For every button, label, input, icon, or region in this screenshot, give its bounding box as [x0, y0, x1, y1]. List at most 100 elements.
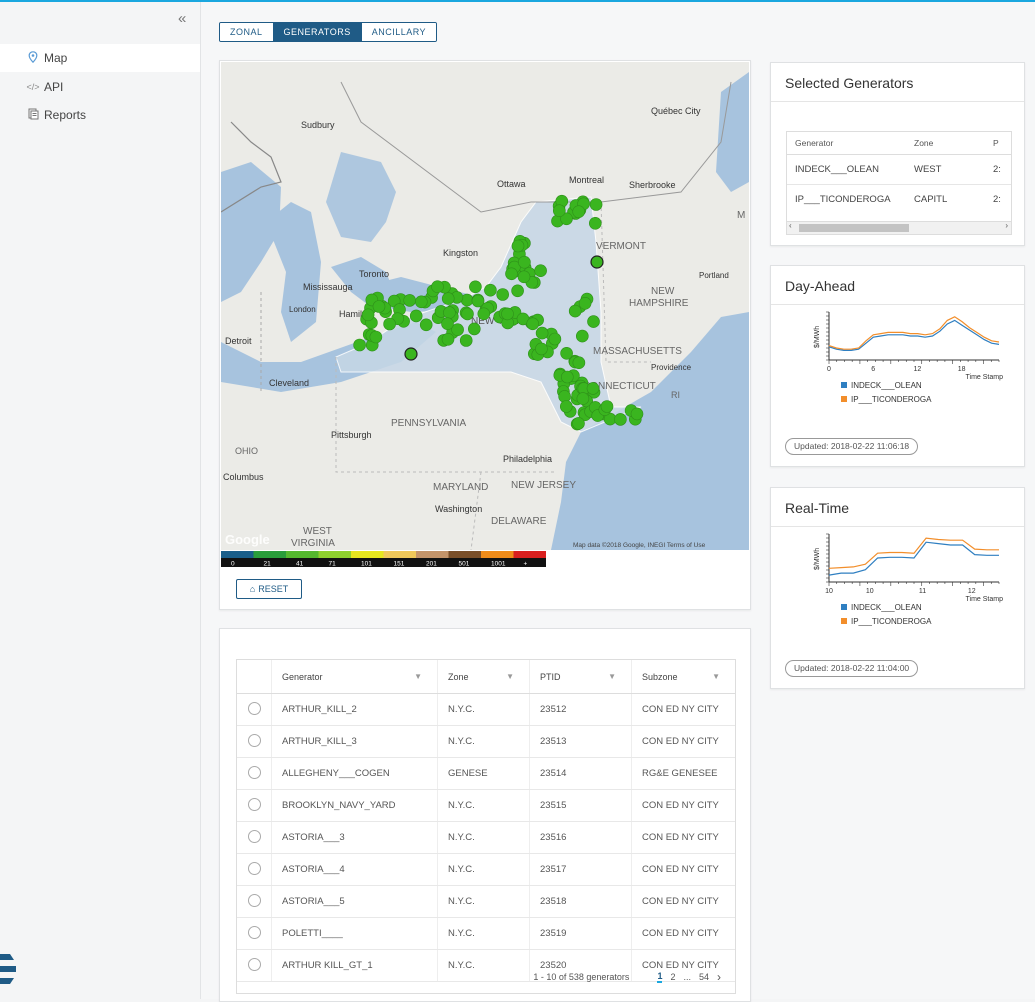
filter-icon[interactable]: ▼ [608, 672, 616, 681]
page-54[interactable]: 54 [699, 972, 709, 982]
generator-marker[interactable] [511, 284, 524, 298]
generator-marker[interactable] [560, 346, 573, 360]
column-header[interactable]: Generator [787, 132, 906, 154]
generator-marker[interactable] [552, 204, 566, 217]
filter-icon[interactable]: ▼ [506, 672, 514, 681]
table-row[interactable]: ARTHUR_KILL_2 N.Y.C. 23512 CON ED NY CITY [237, 693, 735, 726]
generator-marker[interactable] [517, 270, 531, 284]
row-radio[interactable] [248, 893, 261, 907]
generator-marker[interactable] [415, 295, 428, 309]
sidebar-item-map[interactable]: Map [0, 44, 200, 72]
generator-marker[interactable] [361, 308, 375, 322]
row-radio[interactable] [248, 925, 261, 939]
scroll-left-icon[interactable]: ‹ [789, 221, 792, 230]
selected-generator-marker[interactable] [404, 347, 418, 361]
row-radio[interactable] [248, 733, 261, 747]
double-chevron-left-icon[interactable]: « [178, 10, 186, 27]
column-header-generator[interactable]: Generator ▼ [271, 660, 438, 694]
generator-marker[interactable] [589, 198, 603, 211]
column-header-ptid[interactable]: PTID ▼ [529, 660, 632, 694]
generator-marker[interactable] [548, 332, 562, 346]
generator-marker[interactable] [578, 297, 592, 310]
generator-marker[interactable] [441, 292, 455, 305]
generator-marker[interactable] [431, 280, 444, 293]
row-radio[interactable] [248, 701, 261, 715]
table-row[interactable]: ALLEGHENY___COGEN GENESE 23514 RG&E GENESEE [237, 757, 735, 790]
row-radio[interactable] [248, 765, 261, 779]
table-row[interactable]: ASTORIA___5 N.Y.C. 23518 CON ED NY CITY [237, 885, 735, 918]
generator-marker[interactable] [560, 370, 574, 384]
sidebar-item-api[interactable]: </> API [0, 73, 200, 101]
generator-marker[interactable] [535, 326, 549, 340]
reset-button[interactable]: ⌂ RESET [236, 579, 302, 599]
column-header[interactable]: Zone [906, 132, 985, 154]
generator-marker[interactable] [572, 417, 585, 430]
page-2[interactable]: 2 [670, 972, 675, 982]
table-row[interactable]: ASTORIA___4 N.Y.C. 23517 CON ED NY CITY [237, 853, 735, 886]
generator-marker[interactable] [372, 300, 386, 313]
generator-marker[interactable] [518, 255, 531, 269]
row-radio[interactable] [248, 797, 261, 811]
next-page-icon[interactable]: › [717, 970, 721, 984]
selected-generator-marker[interactable] [590, 255, 604, 269]
generator-marker[interactable] [586, 382, 600, 395]
generator-marker[interactable] [572, 356, 586, 370]
generator-marker[interactable] [535, 342, 548, 356]
generator-marker[interactable] [409, 309, 423, 323]
generator-marker[interactable] [575, 329, 589, 343]
table-row[interactable]: ARTHUR_KILL_3 N.Y.C. 23513 CON ED NY CITY [237, 725, 735, 758]
generator-marker[interactable] [600, 400, 614, 413]
tab-generators[interactable]: GENERATORS [273, 23, 362, 41]
table-row[interactable]: INDECK___OLEAN WEST 2: [787, 154, 1011, 184]
column-header-subzone[interactable]: Subzone ▼ [631, 660, 735, 694]
tab-zonal[interactable]: ZONAL [220, 23, 274, 41]
generator-marker[interactable] [614, 413, 627, 426]
generator-marker[interactable] [526, 317, 540, 331]
row-radio[interactable] [248, 829, 261, 843]
generator-marker[interactable] [443, 306, 456, 319]
filter-icon[interactable]: ▼ [414, 672, 422, 681]
column-header[interactable]: P [985, 132, 1011, 154]
table-cell: 23516 [529, 821, 632, 854]
generator-marker[interactable] [505, 267, 518, 281]
generator-marker[interactable] [477, 307, 491, 321]
sidebar-item-reports[interactable]: Reports [0, 101, 200, 129]
generator-map[interactable]: Sudbury Québec City Ottawa Montreal Sher… [221, 62, 749, 550]
generator-marker[interactable] [484, 283, 497, 297]
column-header-zone[interactable]: Zone ▼ [437, 660, 530, 694]
table-row[interactable]: BROOKLYN_NAVY_YARD N.Y.C. 23515 CON ED NY C… [237, 789, 735, 822]
generator-marker[interactable] [588, 217, 602, 230]
filter-icon[interactable]: ▼ [712, 672, 720, 681]
tab-ancillary[interactable]: ANCILLARY [361, 23, 437, 41]
generator-marker[interactable] [353, 338, 366, 352]
generator-marker[interactable] [369, 330, 383, 344]
generator-marker[interactable] [403, 294, 416, 307]
generator-marker[interactable] [572, 205, 586, 218]
generator-marker[interactable] [559, 400, 573, 413]
generator-marker[interactable] [419, 318, 433, 332]
generator-marker[interactable] [630, 407, 644, 421]
table-row[interactable]: POLETTI____ N.Y.C. 23519 CON ED NY CITY [237, 917, 735, 950]
generator-marker[interactable] [576, 392, 590, 405]
generator-marker[interactable] [441, 332, 455, 346]
horizontal-scrollbar[interactable]: ‹ › [787, 221, 1011, 234]
scroll-right-icon[interactable]: › [1005, 221, 1008, 230]
generator-marker[interactable] [511, 239, 525, 253]
generator-marker[interactable] [468, 322, 481, 336]
generator-marker[interactable] [383, 317, 396, 331]
generator-marker[interactable] [441, 317, 454, 331]
generator-marker[interactable] [501, 307, 514, 321]
row-radio[interactable] [248, 861, 261, 875]
generator-marker[interactable] [534, 264, 547, 277]
legend-tick: 21 [264, 561, 272, 568]
table-row[interactable]: IP___TICONDEROGA CAPITL 2: [787, 184, 1011, 214]
generator-marker[interactable] [568, 304, 582, 318]
generator-marker[interactable] [496, 288, 510, 301]
generator-marker[interactable] [461, 307, 474, 321]
page-1[interactable]: 1 [657, 971, 663, 983]
generator-marker[interactable] [469, 280, 482, 294]
table-row[interactable]: ASTORIA___3 N.Y.C. 23516 CON ED NY CITY [237, 821, 735, 854]
generator-marker[interactable] [587, 315, 600, 328]
generator-marker[interactable] [459, 334, 473, 347]
scrollbar-thumb[interactable] [799, 224, 909, 232]
